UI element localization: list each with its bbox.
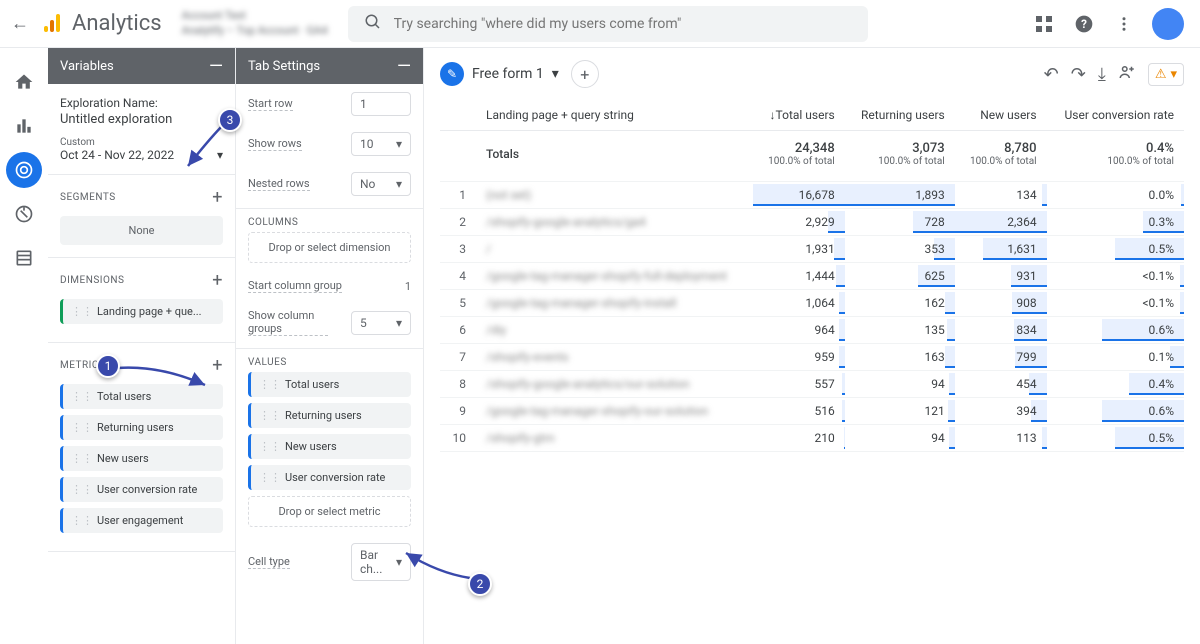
totals-label: Totals [476,131,753,182]
table-row[interactable]: 5/google-tag-manager-shopify-install1,06… [440,290,1184,317]
annotation-2: 2 [468,572,492,596]
variables-minimize[interactable]: — [209,56,223,77]
nav-reports[interactable] [6,108,42,144]
value-chip[interactable]: ⋮⋮New users [248,434,411,459]
metric-chip[interactable]: ⋮⋮User conversion rate [60,477,223,502]
metric-chip[interactable]: ⋮⋮Total users [60,384,223,409]
segments-none[interactable]: None [60,216,223,245]
segments-title: SEGMENTS [60,192,116,203]
table-row[interactable]: 10/shopify-gtm210941130.5% [440,425,1184,452]
svg-text:?: ? [1081,17,1087,31]
undo-icon[interactable]: ↶ [1044,64,1059,85]
chevron-down-icon: ▾ [217,148,223,162]
add-segment-button[interactable]: + [212,187,223,208]
nav-home[interactable] [6,64,42,100]
exploration-name-label: Exploration Name: [60,96,223,110]
add-metric-button[interactable]: + [212,355,223,376]
dimensions-title: DIMENSIONS [60,275,124,286]
show-rows-select[interactable]: 10▾ [351,132,411,156]
table-row[interactable]: 7/shopify-events9591637990.1% [440,344,1184,371]
values-label: VALUES [236,349,423,372]
start-row-label: Start row [248,97,293,111]
user-avatar[interactable] [1152,8,1184,40]
start-col-value: 1 [405,280,411,293]
start-col-label: Start column group [248,279,342,293]
values-dropzone[interactable]: Drop or select metric [248,496,411,527]
nested-rows-label: Nested rows [248,177,310,191]
table-row[interactable]: 2/shopify-google-analytics/ga42,9297282,… [440,209,1184,236]
metric-chip[interactable]: ⋮⋮User engagement [60,508,223,533]
account-selector[interactable]: Account TextAnalytify – Top Account · GA… [182,9,328,38]
table-row[interactable]: 1(not set)16,6781,8931340.0% [440,182,1184,209]
search-icon [364,13,382,35]
table-row[interactable]: 3/1,9313531,6310.5% [440,236,1184,263]
nav-advertising[interactable] [6,196,42,232]
search-input[interactable] [394,16,852,32]
variables-header: Variables — [48,48,235,84]
report-table: Landing page + query string ↓Total users… [440,100,1184,452]
report-tab[interactable]: Free form 1 ▾ [472,66,559,82]
edit-icon[interactable]: ✎ [440,62,464,86]
value-chip[interactable]: ⋮⋮Returning users [248,403,411,428]
cell-type-select[interactable]: Bar ch...▾ [351,543,411,581]
col-header[interactable]: Landing page + query string [476,100,753,131]
back-button[interactable]: ← [8,13,32,34]
table-row[interactable]: 4/google-tag-manager-shopify-full-deploy… [440,263,1184,290]
col-header[interactable]: New users [955,100,1047,131]
metric-chip[interactable]: ⋮⋮Returning users [60,415,223,440]
value-chip[interactable]: ⋮⋮Total users [248,372,411,397]
download-icon[interactable]: ⤓ [1098,64,1106,85]
annotation-3: 3 [218,108,242,132]
metric-chip[interactable]: ⋮⋮New users [60,446,223,471]
nested-rows-select[interactable]: No▾ [351,172,411,196]
col-header[interactable]: User conversion rate [1047,100,1184,131]
share-icon[interactable] [1118,63,1136,86]
redo-icon[interactable]: ↷ [1071,64,1086,85]
show-rows-label: Show rows [248,137,302,151]
exploration-name[interactable]: Untitled exploration [60,112,223,127]
date-label: Custom [60,137,223,148]
col-header[interactable]: ↓Total users [753,100,845,131]
more-icon[interactable] [1112,12,1136,36]
annotation-1: 1 [96,354,120,378]
warning-badge[interactable]: ⚠▾ [1148,63,1184,86]
add-dimension-button[interactable]: + [212,270,223,291]
tabsettings-minimize[interactable]: — [397,56,411,77]
dimension-chip[interactable]: ⋮⋮Landing page + que... [60,299,223,324]
add-tab-button[interactable]: + [571,60,599,88]
table-row[interactable]: 8/shopify-google-analytics/our-solution5… [440,371,1184,398]
search-bar[interactable] [348,6,868,42]
columns-label: COLUMNS [236,209,423,232]
columns-dropzone[interactable]: Drop or select dimension [248,232,411,263]
value-chip[interactable]: ⋮⋮User conversion rate [248,465,411,490]
date-range-text: Oct 24 - Nov 22, 2022 [60,148,174,162]
table-row[interactable]: 9/google-tag-manager-shopify-our-solutio… [440,398,1184,425]
help-icon[interactable]: ? [1072,12,1096,36]
nav-explore[interactable] [6,152,42,188]
app-name: Analytics [72,11,162,36]
chevron-down-icon: ▾ [552,66,559,82]
analytics-logo-icon [40,12,64,36]
apps-icon[interactable] [1032,12,1056,36]
tabsettings-header: Tab Settings — [236,48,423,84]
table-row[interactable]: 6/diy9641358340.6% [440,317,1184,344]
show-col-select[interactable]: 5▾ [351,311,411,335]
start-row-input[interactable]: 1 [351,92,411,116]
col-header[interactable]: Returning users [845,100,955,131]
nav-configure[interactable] [6,240,42,276]
date-range-picker[interactable]: Oct 24 - Nov 22, 2022 ▾ [60,148,223,162]
analytics-logo[interactable]: Analytics [40,11,162,36]
show-col-label: Show column groups [248,309,328,336]
variables-title: Variables [60,59,114,74]
tabsettings-title: Tab Settings [248,59,320,74]
cell-type-label: Cell type [248,555,290,569]
